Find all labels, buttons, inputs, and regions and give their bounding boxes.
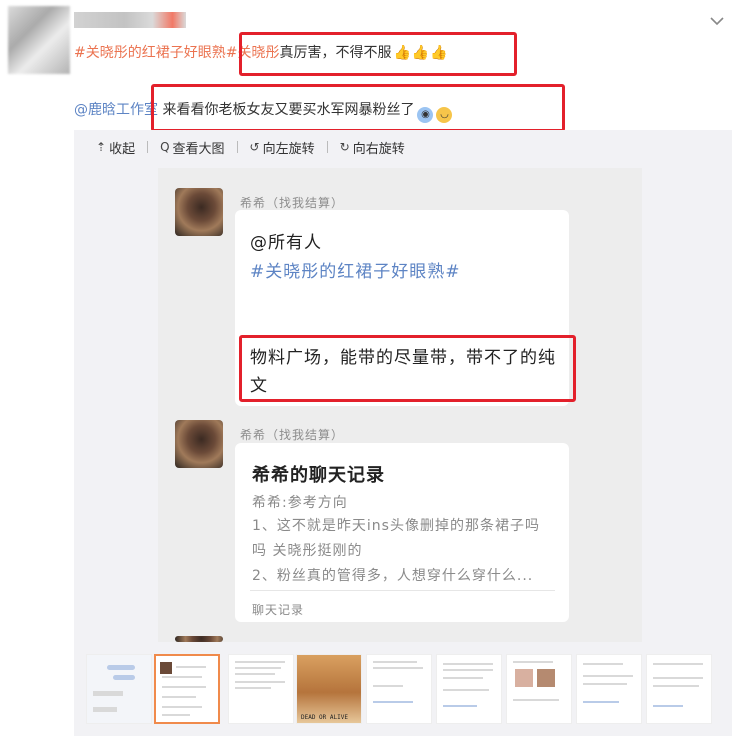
- media-toolbar: ⇡ 收起 Q 查看大图 ↺ 向左旋转 ↻ 向右旋转: [74, 136, 417, 158]
- rotate-left-button[interactable]: ↺ 向左旋转: [238, 138, 327, 157]
- topic-link[interactable]: #关晓彤的红裙子好眼熟#: [74, 45, 237, 61]
- thumbnail[interactable]: [646, 654, 712, 724]
- thumbnail[interactable]: [366, 654, 432, 724]
- chat-record-footer: 聊天记录: [252, 603, 305, 617]
- author-name-blurred[interactable]: [74, 12, 186, 28]
- chat-sender: 希希（找我结算）: [240, 196, 345, 210]
- thumbnail[interactable]: [228, 654, 294, 724]
- search-icon: Q: [160, 140, 170, 154]
- thumbnail[interactable]: [436, 654, 502, 724]
- view-large-button[interactable]: Q 查看大图: [148, 138, 236, 157]
- collapse-icon: ⇡: [96, 140, 107, 154]
- divider: [250, 590, 555, 591]
- rotate-right-icon: ↻: [339, 140, 350, 154]
- thumbnail[interactable]: [86, 654, 152, 724]
- highlight-box: [239, 32, 517, 76]
- chat-avatar: [175, 636, 223, 642]
- chat-record-subtitle: 希希:参考方向: [252, 495, 348, 511]
- rotate-left-icon: ↺: [249, 140, 260, 154]
- mention-link[interactable]: @鹿晗工作室: [74, 102, 158, 118]
- chat-record-title: 希希的聊天记录: [252, 465, 385, 486]
- chat-avatar: [175, 420, 223, 468]
- chevron-down-icon[interactable]: [708, 14, 726, 28]
- chat-record-body: 1、这不就是昨天ins头像删掉的那条裙子吗吗 关晓彤挺刚的 2、粉丝真的管得多，…: [252, 518, 540, 584]
- thumbnail[interactable]: [576, 654, 642, 724]
- rotate-right-button[interactable]: ↻ 向右旋转: [328, 138, 417, 157]
- chat-sender: 希希（找我结算）: [240, 428, 345, 442]
- chat-topic: #关晓彤的红裙子好眼熟#: [250, 262, 461, 282]
- highlight-box: [151, 84, 565, 132]
- highlight-box: [239, 335, 576, 402]
- author-avatar[interactable]: [8, 6, 70, 74]
- chat-avatar: [175, 188, 223, 236]
- collapse-button[interactable]: ⇡ 收起: [74, 138, 147, 157]
- thumbnail-selected[interactable]: [154, 654, 220, 724]
- chat-line: @所有人: [250, 233, 322, 253]
- thumbnail[interactable]: [506, 654, 572, 724]
- thumbnail[interactable]: DEAD OR ALIVE: [296, 654, 362, 724]
